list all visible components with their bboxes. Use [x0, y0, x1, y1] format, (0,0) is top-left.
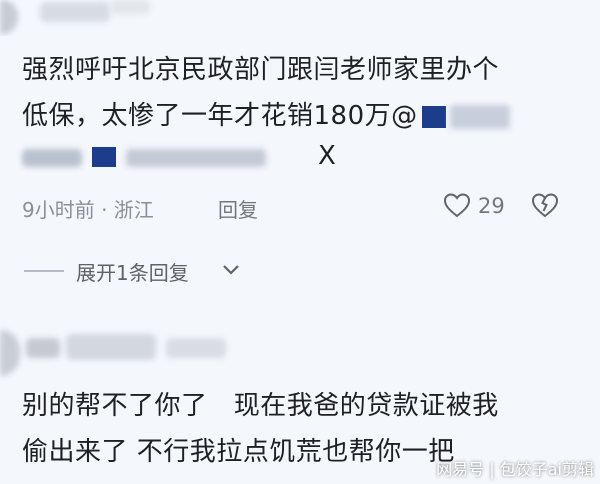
- comment-1-text: 强烈呼吁北京民政部门跟闫老师家里办个 低保，太惨了一年才花销180万@: [22, 47, 592, 139]
- comment-1-line-2-text: 低保，太惨了一年才花销180万@: [22, 101, 418, 131]
- blurred-username: [66, 334, 156, 360]
- comment-1-line-1: 强烈呼吁北京民政部门跟闫老师家里办个: [22, 55, 500, 85]
- heart-outline-icon[interactable]: [442, 190, 472, 220]
- comment-1-line-2: 低保，太惨了一年才花销180万@: [22, 93, 592, 139]
- redaction-block: [92, 147, 116, 167]
- chevron-down-icon[interactable]: [220, 259, 242, 281]
- broken-heart-icon[interactable]: [530, 190, 560, 220]
- divider: [24, 270, 64, 272]
- top-partial-header: [0, 0, 600, 36]
- watermark: 网易号 | 包饺子ai剪辑: [436, 460, 594, 479]
- comment-2-line-1: 别的帮不了你了 现在我爸的贷款证被我: [22, 391, 499, 421]
- like-count: 29: [478, 194, 505, 218]
- comment-1-line-3: X: [22, 137, 422, 177]
- redaction-blur: [126, 149, 266, 167]
- redaction-blur: [22, 149, 82, 167]
- comment-1-line-3-tail: X: [318, 141, 336, 171]
- avatar[interactable]: [0, 330, 20, 376]
- redaction-blur: [449, 104, 510, 129]
- expand-replies[interactable]: 展开1条回复: [24, 257, 324, 287]
- redaction-block: [421, 105, 446, 128]
- blurred-username: [40, 2, 110, 22]
- blurred-username: [26, 338, 60, 358]
- comment-2-username: [26, 332, 226, 362]
- expand-replies-label[interactable]: 展开1条回复: [76, 257, 189, 286]
- time-location: 9小时前 · 浙江: [22, 198, 154, 222]
- avatar[interactable]: [0, 0, 18, 34]
- blurred-username: [166, 338, 226, 358]
- blurred-username-extra: [110, 0, 150, 14]
- comment-1-meta: 9小时前 · 浙江 回复 29: [22, 193, 582, 224]
- reply-button[interactable]: 回复: [218, 194, 258, 223]
